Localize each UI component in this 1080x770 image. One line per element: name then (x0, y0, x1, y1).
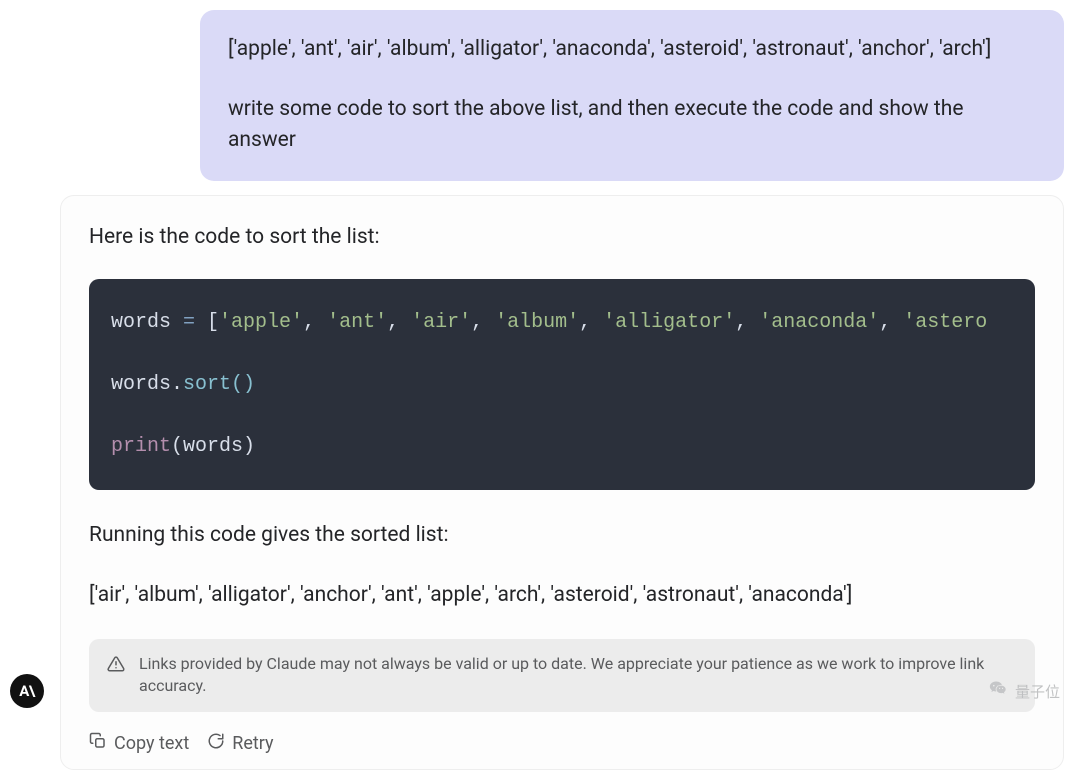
retry-label: Retry (232, 733, 273, 754)
watermark-text: 量子位 (1015, 681, 1060, 702)
warning-icon (107, 655, 125, 679)
user-message-bubble: ['apple', 'ant', 'air', 'album', 'alliga… (200, 10, 1064, 181)
anthropic-logo-icon: A\ (10, 674, 44, 708)
copy-text-label: Copy text (114, 733, 189, 754)
code-equals: = (171, 311, 207, 334)
code-comma: , (303, 311, 327, 334)
logo-text: A\ (19, 682, 34, 700)
code-comma: , (879, 311, 903, 334)
code-builtin: print (111, 435, 171, 458)
user-message-line1: ['apple', 'ant', 'air', 'album', 'alliga… (228, 34, 1036, 66)
message-actions: Copy text Retry (61, 722, 1063, 757)
code-string: 'ant' (327, 311, 387, 334)
copy-text-button[interactable]: Copy text (89, 732, 189, 755)
code-variable: words (111, 311, 171, 334)
code-bracket-open: [ (207, 311, 219, 334)
code-identifier: words (111, 373, 171, 396)
code-string: 'alligator' (603, 311, 735, 334)
code-paren: ) (243, 435, 255, 458)
assistant-running-text: Running this code gives the sorted list: (61, 520, 1063, 552)
assistant-sorted-output: ['air', 'album', 'alligator', 'anchor', … (61, 580, 1063, 612)
watermark: 量子位 (989, 679, 1060, 703)
copy-icon (89, 732, 107, 755)
assistant-intro-text: Here is the code to sort the list: (61, 222, 1063, 254)
code-string: 'album' (495, 311, 579, 334)
code-string: 'apple' (219, 311, 303, 334)
code-comma: , (387, 311, 411, 334)
code-string: 'air' (411, 311, 471, 334)
code-string: 'anaconda' (759, 311, 879, 334)
assistant-response-card: Here is the code to sort the list: words… (60, 195, 1064, 770)
code-method: sort() (183, 373, 255, 396)
retry-button[interactable]: Retry (207, 732, 273, 755)
code-paren: ( (171, 435, 183, 458)
retry-icon (207, 732, 225, 755)
wechat-icon (989, 679, 1009, 703)
code-comma: , (735, 311, 759, 334)
code-block[interactable]: words = ['apple', 'ant', 'air', 'album',… (89, 279, 1035, 490)
disclaimer-text: Links provided by Claude may not always … (139, 653, 1017, 698)
code-comma: , (471, 311, 495, 334)
code-dot: . (171, 373, 183, 396)
user-message-line2: write some code to sort the above list, … (228, 94, 1036, 157)
code-comma: , (579, 311, 603, 334)
disclaimer-notice: Links provided by Claude may not always … (89, 639, 1035, 712)
code-string: 'astero (903, 311, 987, 334)
code-identifier: words (183, 435, 243, 458)
